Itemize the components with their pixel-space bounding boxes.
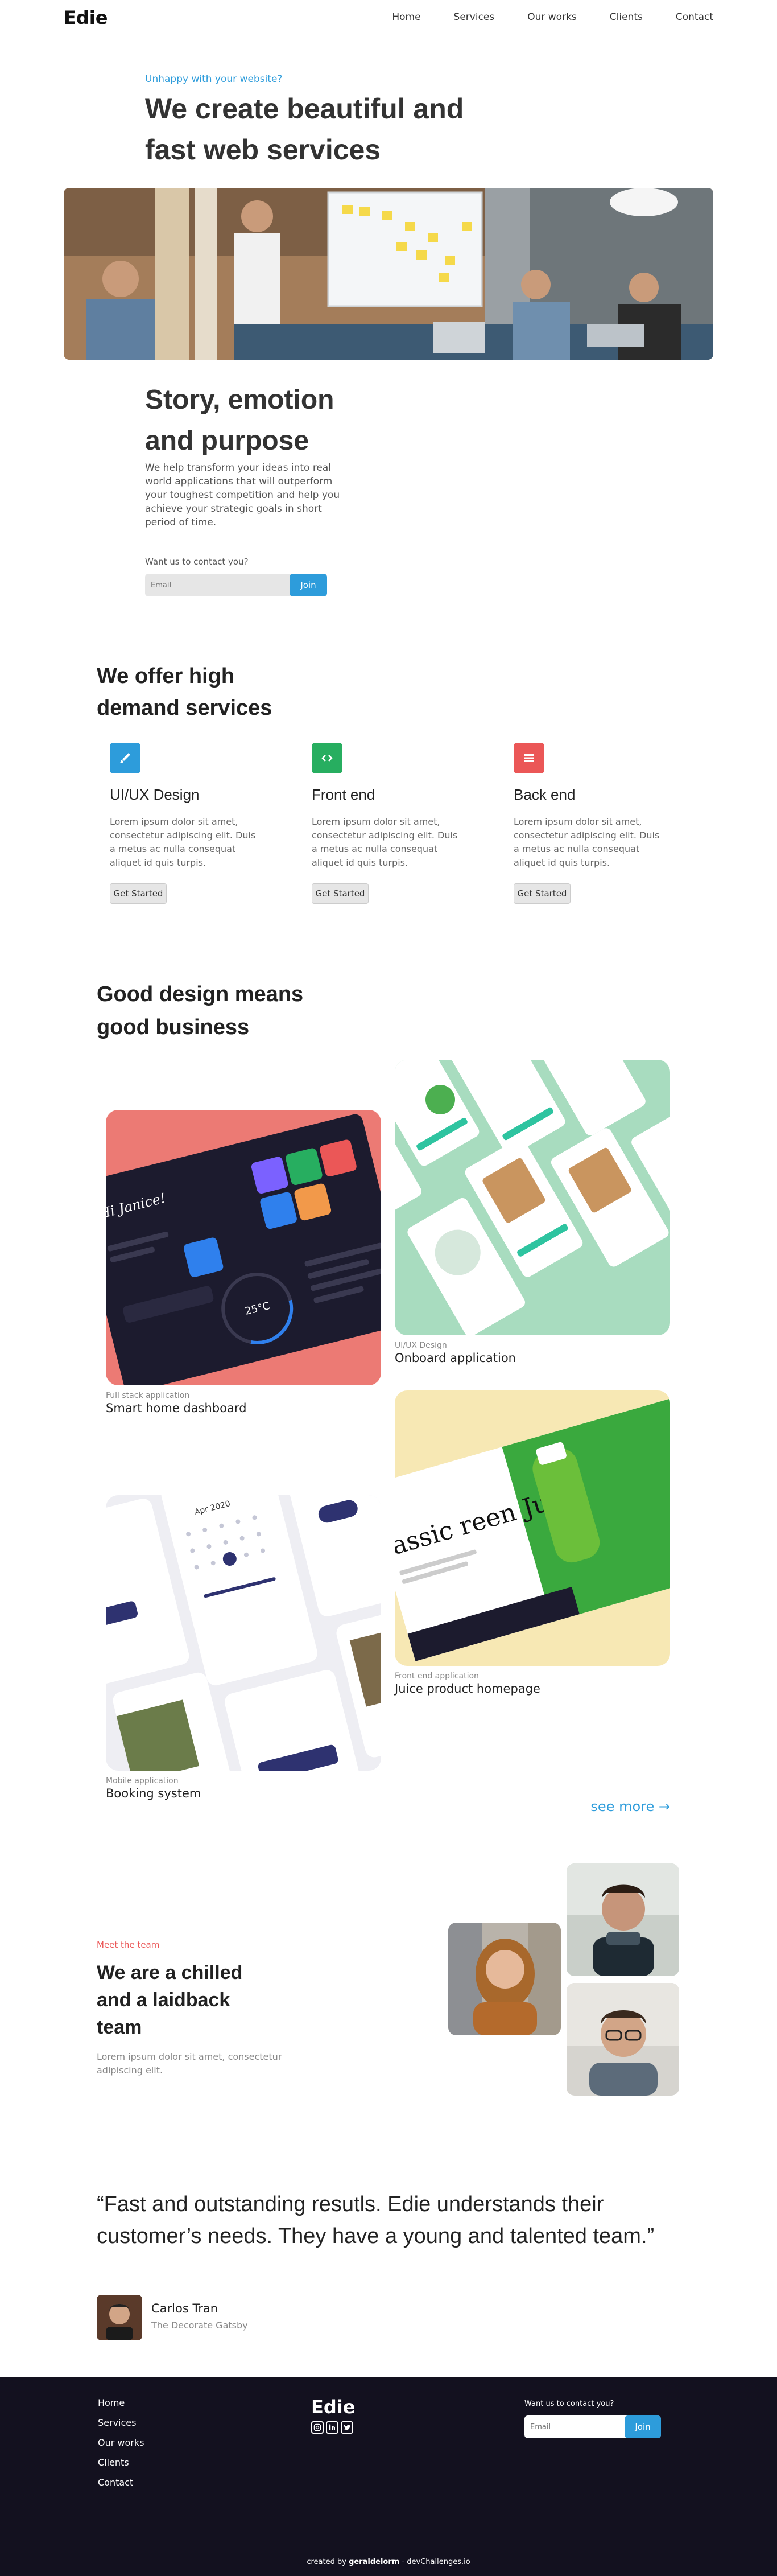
work-category: Full stack application <box>106 1391 190 1400</box>
service-card-front-end: Front end Lorem ipsum dolor sit amet, co… <box>312 743 471 904</box>
code-icon <box>312 743 342 773</box>
get-started-button[interactable]: Get Started <box>514 883 571 904</box>
work-name: Booking system <box>106 1787 201 1800</box>
service-description: Lorem ipsum dolor sit amet, consectetur … <box>312 816 458 868</box>
work-category: Front end application <box>395 1672 479 1681</box>
see-more-label: see more <box>590 1799 655 1814</box>
service-title: Back end <box>514 786 576 803</box>
story-text: We help transform your ideas into real w… <box>145 462 340 528</box>
footer-logo[interactable]: Edie <box>311 2396 355 2418</box>
footer-email-field[interactable] <box>524 2415 627 2438</box>
nav-link-contact[interactable]: Contact <box>676 11 713 23</box>
footer-contact-form: Join <box>524 2415 661 2438</box>
work-name: Juice product homepage <box>395 1682 540 1696</box>
works-title: Good design means good business <box>97 982 304 1039</box>
linkedin-icon[interactable] <box>326 2421 338 2434</box>
avatar <box>97 2295 142 2340</box>
service-card-back-end: Back end Lorem ipsum dolor sit amet, con… <box>514 743 673 904</box>
footer-join-button[interactable]: Join <box>625 2415 661 2438</box>
top-nav: Edie Home Services Our works Clients Con… <box>0 0 777 35</box>
story-title: Story, emotion and purpose <box>145 385 334 456</box>
testimonial-quote: “Fast and outstanding resutls. Edie unde… <box>97 2192 655 2248</box>
footer-social <box>311 2421 353 2434</box>
work-thumbnail[interactable]: Hi Janice! 25°C <box>106 1110 381 1385</box>
nav-link-home[interactable]: Home <box>392 11 420 23</box>
get-started-button[interactable]: Get Started <box>110 883 167 904</box>
nav-links: Home Services Our works Clients Contact <box>392 11 713 23</box>
twitter-icon[interactable] <box>341 2421 353 2434</box>
credit-suffix: - devChallenges.io <box>402 2558 470 2566</box>
footer-links: Home Services Our works Clients Contact <box>98 2397 144 2488</box>
work-category: Mobile application <box>106 1776 179 1785</box>
footer-link-services[interactable]: Services <box>98 2417 144 2428</box>
team-text: Lorem ipsum dolor sit amet, consectetur … <box>97 2051 282 2076</box>
work-thumbnail[interactable]: Apr 2020 <box>106 1495 381 1771</box>
nav-link-services[interactable]: Services <box>454 11 495 23</box>
hero-team-photo <box>64 188 713 360</box>
work-item-juice-homepage[interactable]: assic reen Juice Front end application J… <box>395 1390 670 1696</box>
service-description: Lorem ipsum dolor sit amet, consectetur … <box>514 816 660 868</box>
instagram-icon[interactable] <box>311 2421 324 2434</box>
team-member-photo <box>448 1923 561 2035</box>
team-member-photo <box>567 1863 679 1976</box>
join-button[interactable]: Join <box>290 574 327 596</box>
service-title: UI/UX Design <box>110 786 200 803</box>
footer-link-our-works[interactable]: Our works <box>98 2437 144 2448</box>
team-title: We are a chilled and a laidback team <box>97 1962 243 2038</box>
contact-label: Want us to contact you? <box>145 557 249 567</box>
credit-author[interactable]: geraldelorm <box>349 2558 399 2566</box>
work-name: Smart home dashboard <box>106 1401 247 1415</box>
nav-link-clients[interactable]: Clients <box>610 11 643 23</box>
work-item-onboard-app[interactable]: UI/UX Design Onboard application <box>395 1060 670 1365</box>
work-category: UI/UX Design <box>395 1341 447 1350</box>
arrow-right-icon: → <box>654 1799 670 1814</box>
author-company: The Decorate Gatsby <box>151 2320 248 2331</box>
list-icon <box>514 743 544 773</box>
hero-title: We create beautiful and fast web service… <box>145 93 464 166</box>
footer-link-home[interactable]: Home <box>98 2397 144 2408</box>
author-name: Carlos Tran <box>151 2302 218 2315</box>
footer-link-contact[interactable]: Contact <box>98 2477 144 2488</box>
hero-eyebrow: Unhappy with your website? <box>145 73 283 85</box>
work-item-booking-system[interactable]: Apr 2020 Mobile application Booking syst… <box>106 1495 381 1800</box>
get-started-button[interactable]: Get Started <box>312 883 369 904</box>
credits: created by geraldelorm - devChallenges.i… <box>0 2558 777 2566</box>
work-thumbnail[interactable] <box>395 1060 670 1335</box>
contact-form: Join <box>145 574 327 596</box>
brush-icon <box>110 743 140 773</box>
service-description: Lorem ipsum dolor sit amet, consectetur … <box>110 816 256 868</box>
work-name: Onboard application <box>395 1351 516 1365</box>
service-title: Front end <box>312 786 375 803</box>
services-title: We offer high demand services <box>97 664 272 720</box>
work-item-smart-home[interactable]: Hi Janice! 25°C Full stack application S… <box>106 1110 381 1415</box>
see-more-link[interactable]: see more → <box>590 1799 670 1814</box>
service-card-uiux: UI/UX Design Lorem ipsum dolor sit amet,… <box>110 743 269 904</box>
nav-link-our-works[interactable]: Our works <box>527 11 577 23</box>
work-thumbnail[interactable]: assic reen Juice <box>395 1390 670 1666</box>
footer-contact-label: Want us to contact you? <box>524 2400 614 2408</box>
team-eyebrow: Meet the team <box>97 1940 160 1950</box>
email-field[interactable] <box>145 574 287 596</box>
footer-link-clients[interactable]: Clients <box>98 2457 144 2468</box>
credit-prefix: created by <box>307 2558 346 2566</box>
footer: Home Services Our works Clients Contact … <box>0 2377 777 2576</box>
site-logo[interactable]: Edie <box>64 7 108 28</box>
team-member-photo <box>567 1983 679 2096</box>
